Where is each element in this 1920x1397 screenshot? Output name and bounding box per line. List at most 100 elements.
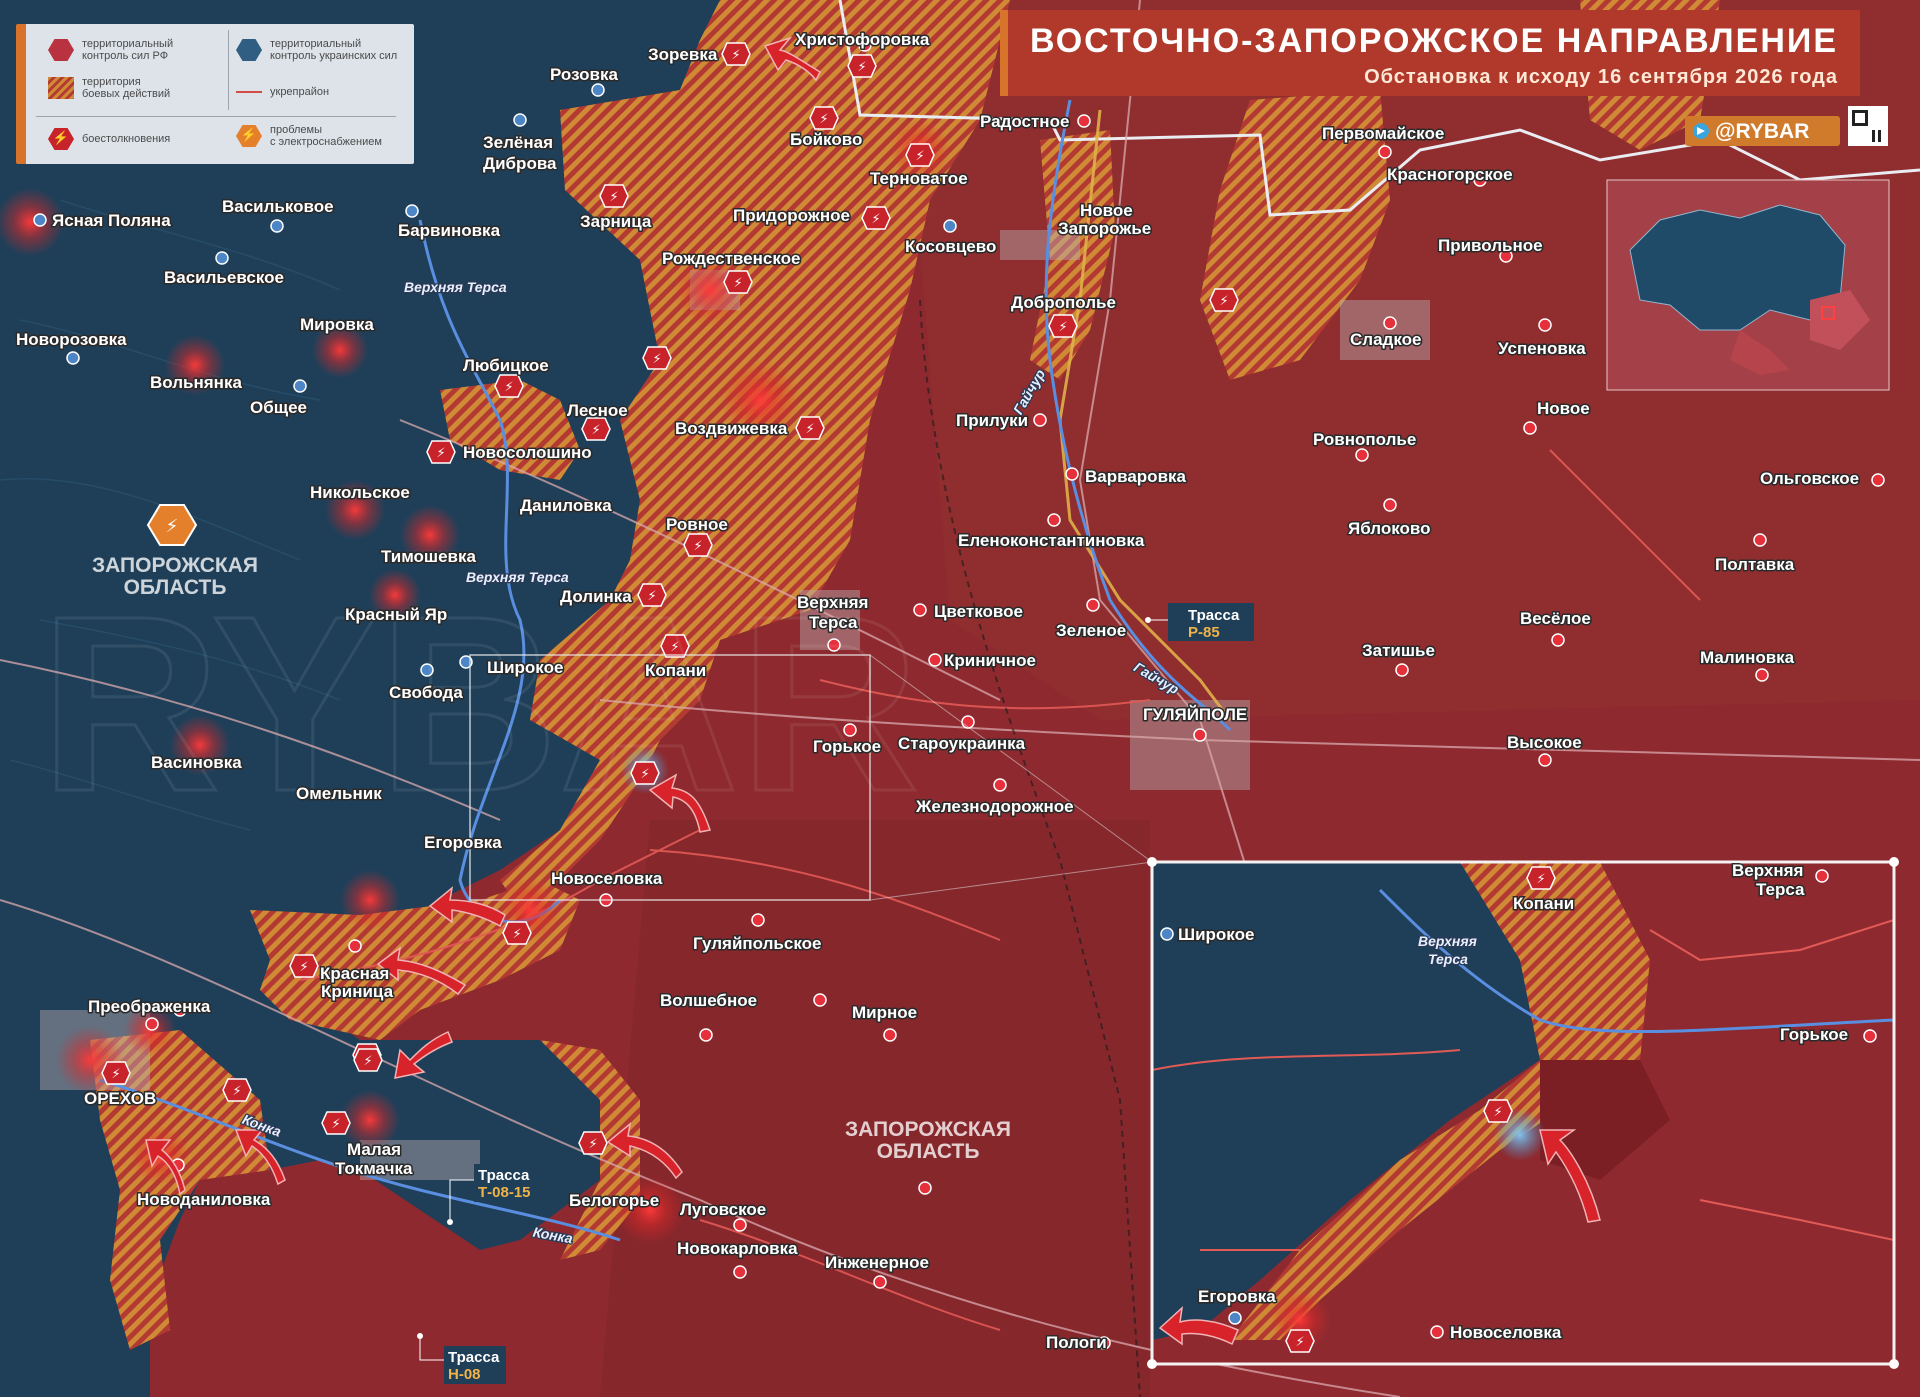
svg-text:Ольговское: Ольговское [1760,469,1859,488]
svg-text:Тимошевка: Тимошевка [381,547,477,566]
svg-text:Железнодорожное: Железнодорожное [915,797,1074,816]
region-label-west-text-1: ЗАПОРОЖСКАЯ [92,554,258,577]
svg-text:Преображенка: Преображенка [88,997,211,1016]
marker-vasilevskoe [215,251,229,265]
terrain-shade-2 [600,820,1150,1397]
svg-text:Пологи: Пологи [1046,1333,1107,1352]
svg-text:Ровнополье: Ровнополье [1313,430,1416,449]
svg-text:Высокое: Высокое [1507,733,1582,752]
svg-text:Косовцево: Косовцево [905,237,996,256]
qr-code-icon [1848,106,1888,146]
legend: территориальный контроль сил РФ территор… [16,24,414,164]
svg-text:Р-85: Р-85 [1188,624,1220,641]
svg-text:⚡: ⚡ [1295,1335,1304,1350]
svg-text:⚡: ⚡ [591,423,600,438]
svg-text:Трасса: Трасса [478,1167,530,1184]
svg-text:Затишье: Затишье [1362,641,1435,660]
svg-text:Малиновка: Малиновка [1700,648,1795,667]
region-label-west-text-2: ОБЛАСТЬ [124,576,227,599]
svg-text:⚡: ⚡ [232,1084,241,1099]
svg-text:ОРЕХОВ: ОРЕХОВ [84,1089,156,1108]
svg-text:⚡: ⚡ [1219,294,1228,309]
marker-vasilkovoe [270,219,284,233]
marker-yasnaya-polyana [33,213,47,227]
svg-text:Егоровка: Егоровка [424,833,502,852]
watermark: RYBAR [40,564,920,843]
river-label-tersa-2: Верхняя Терса [466,569,569,585]
svg-text:Терноватое: Терноватое [870,169,968,188]
svg-text:Новоселовка: Новоселовка [1450,1323,1562,1342]
svg-text:Доброполье: Доброполье [1011,293,1116,312]
marker-novorozovka [66,351,80,365]
svg-text:⚡: ⚡ [733,276,742,291]
svg-text:⚡: ⚡ [1536,872,1545,887]
svg-text:Новосолошино: Новосолошино [463,443,592,462]
svg-text:Егоровка: Егоровка [1198,1287,1276,1306]
svg-text:Цветковое: Цветковое [934,602,1023,621]
situation-map: ⚡ ⚡ ⚡ ⚡ ⚡ ⚡ ⚡ ⚡ ⚡ ⚡ ⚡ ⚡ ⚡ ⚡ ⚡ ⚡ ⚡ ⚡ ⚡ ⚡ … [0,0,1920,1397]
svg-text:Васильковое: Васильковое [222,197,334,216]
svg-text:⚡: ⚡ [609,190,618,205]
svg-text:Бойково: Бойково [790,130,862,149]
svg-text:Свобода: Свобода [389,683,463,702]
svg-text:Копани: Копани [1513,894,1574,913]
legend-ua-control: территориальный контроль украинских сил [236,38,397,62]
svg-text:Ровное: Ровное [666,515,728,534]
title-banner: ВОСТОЧНО-ЗАПОРОЖСКОЕ НАПРАВЛЕНИЕ Обстано… [1000,10,1860,96]
marker-kosovtsevo [943,219,957,233]
svg-text:Прилуки: Прилуки [956,411,1028,430]
legend-clashes: боестолкновения [48,128,170,150]
svg-text:Васиновка: Васиновка [151,753,242,772]
svg-text:⚡: ⚡ [1058,320,1067,335]
svg-text:Горькое: Горькое [813,737,881,756]
svg-text:Малая: Малая [347,1140,401,1159]
svg-text:Широкое: Широкое [1178,925,1254,944]
svg-text:Белогорье: Белогорье [569,1191,659,1210]
svg-text:Криничное: Криничное [944,651,1036,670]
svg-text:Любицкое: Любицкое [463,356,549,375]
svg-text:Придорожное: Придорожное [733,206,850,225]
svg-text:⚡: ⚡ [166,516,179,537]
svg-text:Т-08-15: Т-08-15 [478,1184,531,1201]
svg-text:Барвиновка: Барвиновка [398,221,501,240]
inset-map: ⚡ ⚡ ⚡ Широкое Копани Верхняя Терса Верхн… [1147,857,1899,1369]
marker-barvinovka [405,204,419,218]
svg-text:⚡: ⚡ [588,1137,597,1152]
brand-badge[interactable]: @RYBAR [1685,116,1840,146]
svg-text:Вольнянка: Вольнянка [150,373,242,392]
svg-text:Криница: Криница [321,982,394,1001]
svg-text:Сладкое: Сладкое [1350,330,1421,349]
svg-text:Трасса: Трасса [1188,607,1240,624]
svg-text:Копани: Копани [645,661,706,680]
ru-control-swatch-icon [48,39,74,61]
svg-text:Новое: Новое [1537,399,1590,418]
svg-text:Даниловка: Даниловка [520,496,612,515]
marker-obshchee [293,379,307,393]
svg-text:Новокарловка: Новокарловка [677,1239,798,1258]
svg-text:Мирное: Мирное [852,1003,917,1022]
svg-text:Токмачка: Токмачка [335,1159,413,1178]
svg-text:⚡: ⚡ [504,380,513,395]
svg-text:Волшебное: Волшебное [660,991,757,1010]
telegram-icon [1693,123,1709,139]
svg-text:Инженерное: Инженерное [825,1253,929,1272]
svg-text:Красногорское: Красногорское [1387,165,1513,184]
svg-text:Трасса: Трасса [448,1349,500,1366]
svg-text:Успеновка: Успеновка [1498,339,1586,358]
svg-text:Новоселовка: Новоселовка [551,869,663,888]
svg-text:Гуляйпольское: Гуляйпольское [693,934,821,953]
svg-text:Верхняя: Верхняя [797,593,868,612]
ukraine-minimap [1606,179,1890,391]
svg-text:Зеленое: Зеленое [1056,621,1126,640]
svg-text:⚡: ⚡ [857,60,866,75]
brand-label: @RYBAR [1715,120,1810,143]
svg-text:Васильевское: Васильевское [164,268,284,287]
svg-text:Терса: Терса [1756,880,1805,899]
svg-text:⚡: ⚡ [111,1067,120,1082]
page-subtitle: Обстановка к исходу 16 сентября 2026 год… [1364,66,1838,88]
region-label-center-text-2: ОБЛАСТЬ [877,1140,980,1163]
svg-text:Луговское: Луговское [680,1200,766,1219]
svg-text:Радостное: Радостное [980,112,1069,131]
svg-text:Первомайское: Первомайское [1322,124,1444,143]
river-label-tersa-1: Верхняя Терса [404,279,507,295]
